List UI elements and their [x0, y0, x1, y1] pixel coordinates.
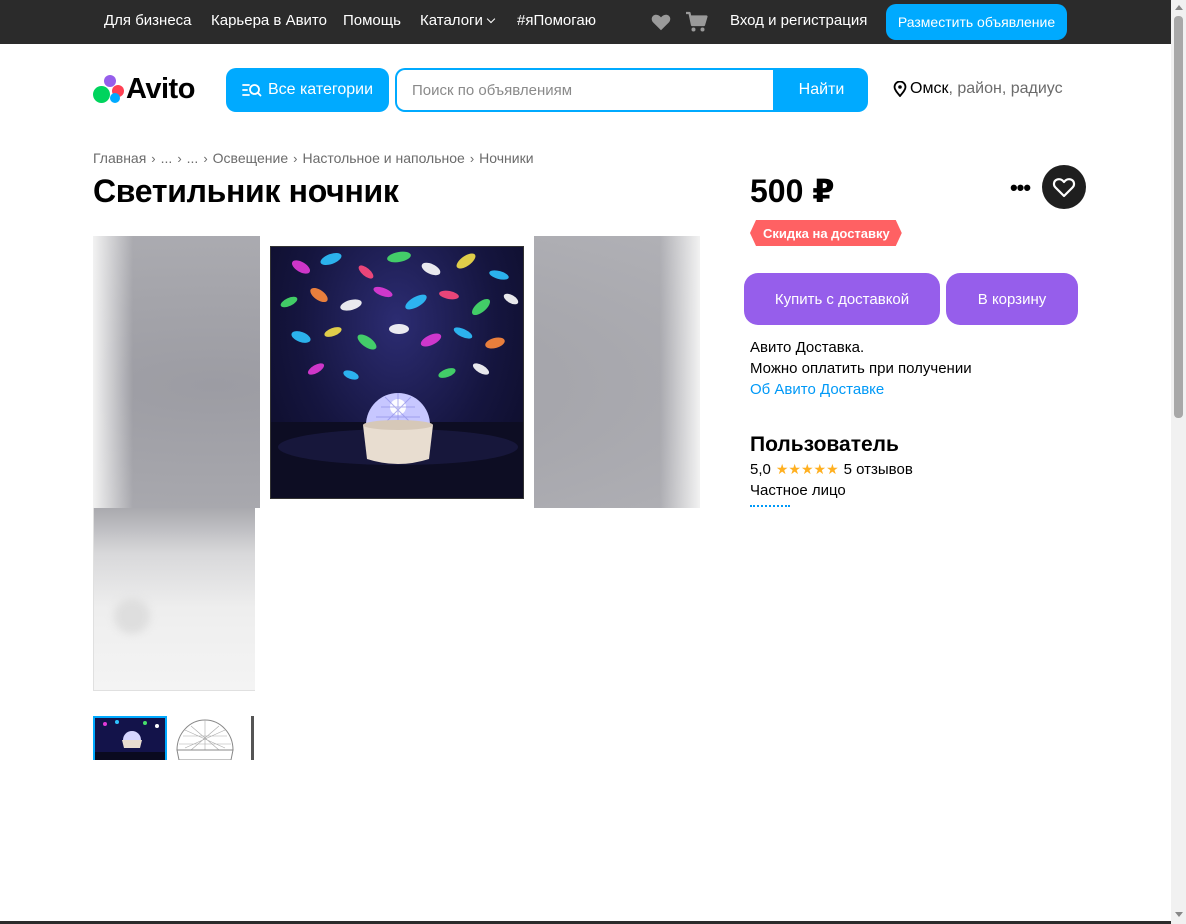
- add-to-cart-button[interactable]: В корзину: [946, 273, 1078, 325]
- thumbnail-lamp-sketch: [176, 719, 234, 760]
- breadcrumb-separator: ›: [469, 150, 475, 166]
- location-rest: , район, радиус: [948, 80, 1063, 97]
- listing-title: Светильник ночник: [93, 173, 399, 209]
- location-pin-icon: [893, 81, 907, 97]
- heart-icon: [1052, 178, 1076, 198]
- rating-stars: ★★★★★: [775, 461, 839, 477]
- scroll-up-arrow-icon[interactable]: [1175, 5, 1183, 10]
- search-bar: Найти: [395, 68, 868, 112]
- rating-value: 5,0: [750, 461, 771, 478]
- thumbnail-disco-lamp: [95, 718, 165, 760]
- product-image-disco-lamp: [270, 246, 524, 499]
- gallery-thumbnail-3[interactable]: [249, 716, 255, 760]
- login-link[interactable]: Вход и регистрация: [730, 12, 867, 29]
- gallery-lower-area: [93, 508, 255, 691]
- gallery-thumbnail-2[interactable]: [171, 716, 245, 760]
- breadcrumb-lighting[interactable]: Освещение: [213, 150, 288, 166]
- scrollbar-thumb[interactable]: [1174, 16, 1183, 418]
- topbar-catalogs-label: Каталоги: [420, 12, 483, 29]
- location-selector[interactable]: Омск, район, радиус: [893, 80, 1063, 98]
- breadcrumb-collapsed-1[interactable]: ...: [161, 150, 173, 166]
- logo-text: Avito: [126, 72, 195, 105]
- main-product-photo[interactable]: [260, 236, 534, 508]
- search-button[interactable]: Найти: [775, 68, 868, 112]
- delivery-info: Авито Доставка. Можно оплатить при получ…: [750, 337, 972, 400]
- delivery-line-2: Можно оплатить при получении: [750, 360, 972, 377]
- all-categories-button[interactable]: Все категории: [226, 68, 389, 112]
- gallery-edge-left: [93, 236, 133, 508]
- page-scrollbar[interactable]: [1171, 0, 1186, 924]
- buy-with-delivery-button[interactable]: Купить с доставкой: [744, 273, 940, 325]
- scroll-down-arrow-icon[interactable]: [1175, 912, 1183, 917]
- avito-logo[interactable]: Avito: [93, 73, 195, 105]
- seller-type: Частное лицо: [750, 482, 846, 499]
- more-dots-icon[interactable]: •••: [1008, 175, 1032, 200]
- breadcrumb-separator: ›: [177, 150, 182, 166]
- location-city: Омск: [910, 80, 949, 97]
- topbar-link-business[interactable]: Для бизнеса: [104, 12, 192, 29]
- post-ad-button[interactable]: Разместить объявление: [886, 4, 1067, 40]
- breadcrumb-table-floor[interactable]: Настольное и напольное: [302, 150, 464, 166]
- seller-name[interactable]: Пользователь: [750, 433, 899, 457]
- topbar-link-help[interactable]: Помощь: [343, 12, 401, 29]
- reviews-link[interactable]: 5 отзывов: [844, 461, 913, 478]
- breadcrumb-home[interactable]: Главная: [93, 150, 146, 166]
- cart-icon[interactable]: [685, 10, 709, 34]
- about-delivery-link[interactable]: Об Авито Доставке: [750, 379, 972, 400]
- categories-search-icon: [242, 84, 262, 97]
- gallery-thumbnail-1[interactable]: [93, 716, 167, 760]
- search-input[interactable]: [397, 70, 773, 110]
- delivery-line-1: Авито Доставка.: [750, 339, 865, 356]
- topbar-link-ipomogayu[interactable]: #яПомогаю: [517, 12, 596, 29]
- breadcrumb-separator: ›: [151, 150, 156, 166]
- chevron-down-icon: [486, 14, 496, 24]
- seller-link-cut-off: [750, 505, 790, 508]
- breadcrumb-nightlights[interactable]: Ночники: [479, 150, 533, 166]
- logo-dots-icon: [93, 74, 124, 104]
- topbar-link-catalogs[interactable]: Каталоги: [420, 12, 496, 29]
- breadcrumb-separator: ›: [203, 150, 208, 166]
- seller-rating: 5,0 ★★★★★ 5 отзывов: [750, 461, 913, 478]
- breadcrumb: Главная › ... › ... › Освещение › Настольное…: [93, 150, 534, 166]
- breadcrumb-separator: ›: [293, 150, 298, 166]
- breadcrumb-collapsed-2[interactable]: ...: [187, 150, 199, 166]
- heart-icon[interactable]: [650, 11, 672, 33]
- price: 500 ₽: [750, 173, 835, 209]
- discount-badge: Скидка на доставку: [750, 220, 902, 246]
- top-navigation-bar: Для бизнеса Карьера в Авито Помощь Катал…: [0, 0, 1171, 44]
- add-to-favorites-button[interactable]: [1042, 165, 1086, 209]
- topbar-link-career[interactable]: Карьера в Авито: [211, 12, 327, 29]
- all-categories-label: Все категории: [267, 81, 374, 98]
- disco-lamp-illustration: [271, 251, 523, 498]
- gallery-edge-right: [660, 236, 700, 508]
